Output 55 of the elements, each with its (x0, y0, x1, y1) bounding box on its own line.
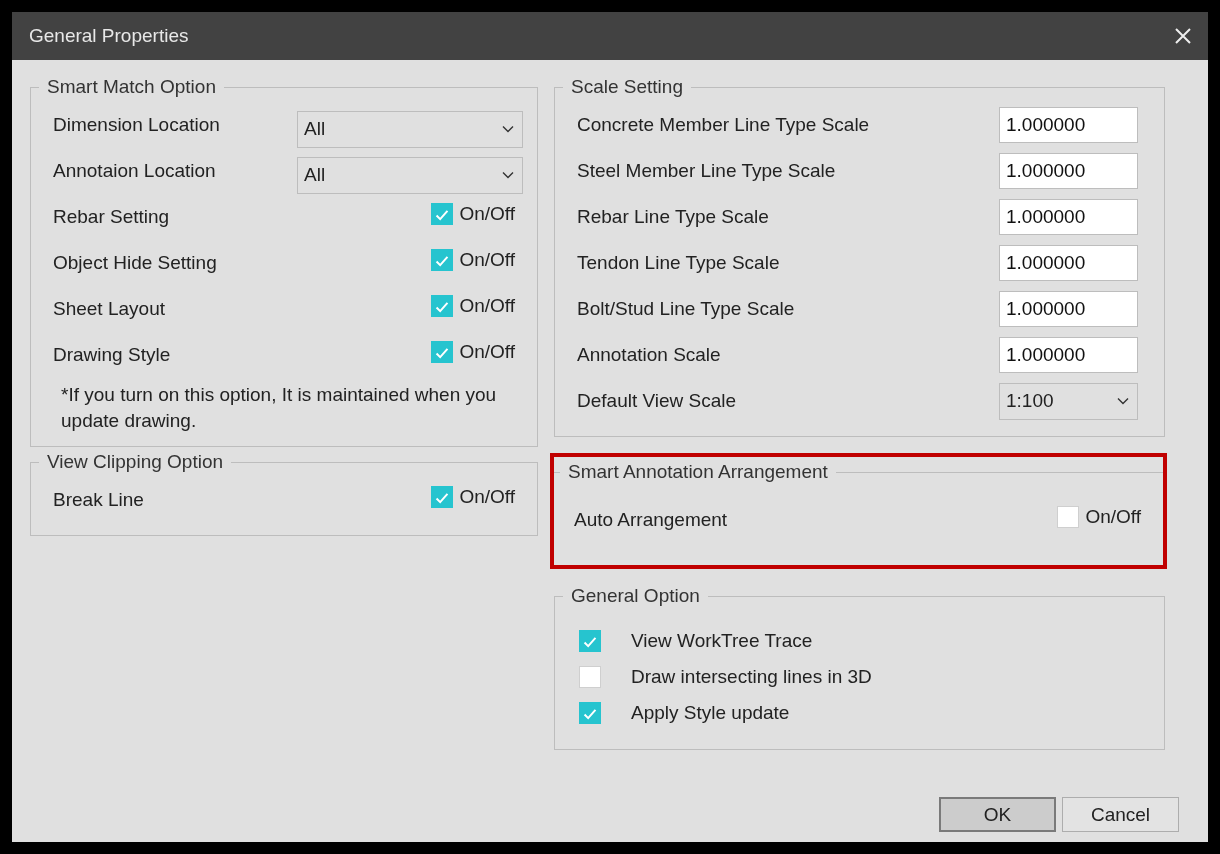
dropdown[interactable]: All (297, 156, 523, 194)
field-label: Object Hide Setting (53, 252, 217, 274)
checkbox[interactable] (431, 203, 454, 225)
close-icon[interactable] (1174, 27, 1192, 45)
field-label: Default View Scale (577, 390, 737, 412)
checkbox[interactable] (431, 341, 454, 363)
checkbox[interactable] (431, 295, 454, 317)
checkbox-label[interactable]: On/Off (459, 486, 515, 508)
field-label: Rebar Line Type Scale (577, 206, 769, 228)
field-label: Annotaion Location (53, 160, 216, 182)
group-title: General Option (570, 585, 701, 607)
window-title: General Properties (29, 25, 189, 47)
input-field[interactable]: 1.000000 (999, 153, 1138, 189)
field-label: Steel Member Line Type Scale (577, 160, 836, 182)
field-label: Annotation Scale (577, 344, 721, 366)
field-label: Break Line (53, 489, 144, 511)
cancel-button[interactable]: Cancel (1062, 797, 1179, 832)
checkbox-label[interactable]: On/Off (1085, 506, 1141, 528)
checkbox-label[interactable]: View WorkTree Trace (631, 630, 813, 652)
group-title: Smart Annotation Arrangement (567, 461, 829, 483)
field-label: Sheet Layout (53, 298, 165, 320)
field-label: Dimension Location (53, 114, 220, 136)
checkbox[interactable] (1057, 506, 1080, 528)
checkbox-label[interactable]: Apply Style update (631, 702, 790, 724)
input-field[interactable]: 1.000000 (999, 245, 1138, 281)
field-label: Drawing Style (53, 344, 171, 366)
checkbox[interactable] (431, 486, 454, 508)
input-field[interactable]: 1.000000 (999, 107, 1138, 143)
group-title: Smart Match Option (46, 76, 217, 98)
group-title: Scale Setting (570, 76, 684, 98)
field-label: Bolt/Stud Line Type Scale (577, 298, 795, 320)
checkbox[interactable] (579, 702, 601, 724)
caret-icon (1117, 397, 1129, 405)
input-field[interactable]: 1.000000 (999, 291, 1138, 327)
checkbox[interactable] (579, 666, 601, 688)
input-field[interactable]: 1.000000 (999, 199, 1138, 235)
dropdown[interactable]: All (297, 110, 523, 148)
note-text: *If you turn on this option, It is maintained when you update drawing. (61, 383, 498, 433)
checkbox[interactable] (431, 249, 454, 271)
field-label: Auto Arrangement (574, 509, 728, 531)
checkbox-label[interactable]: Draw intersecting lines in 3D (631, 666, 872, 688)
field-label: Concrete Member Line Type Scale (577, 114, 870, 136)
dropdown[interactable]: 1:100 (999, 382, 1138, 420)
caret-icon (502, 171, 514, 179)
ok-button[interactable]: OK (939, 797, 1056, 832)
caret-icon (502, 125, 514, 133)
checkbox[interactable] (579, 630, 601, 652)
checkbox-label[interactable]: On/Off (459, 249, 515, 271)
field-label: Tendon Line Type Scale (577, 252, 780, 274)
field-label: Rebar Setting (53, 206, 170, 228)
input-field[interactable]: 1.000000 (999, 337, 1138, 373)
checkbox-label[interactable]: On/Off (459, 341, 515, 363)
group-title: View Clipping Option (46, 451, 225, 473)
checkbox-label[interactable]: On/Off (459, 203, 515, 225)
checkbox-label[interactable]: On/Off (459, 295, 515, 317)
